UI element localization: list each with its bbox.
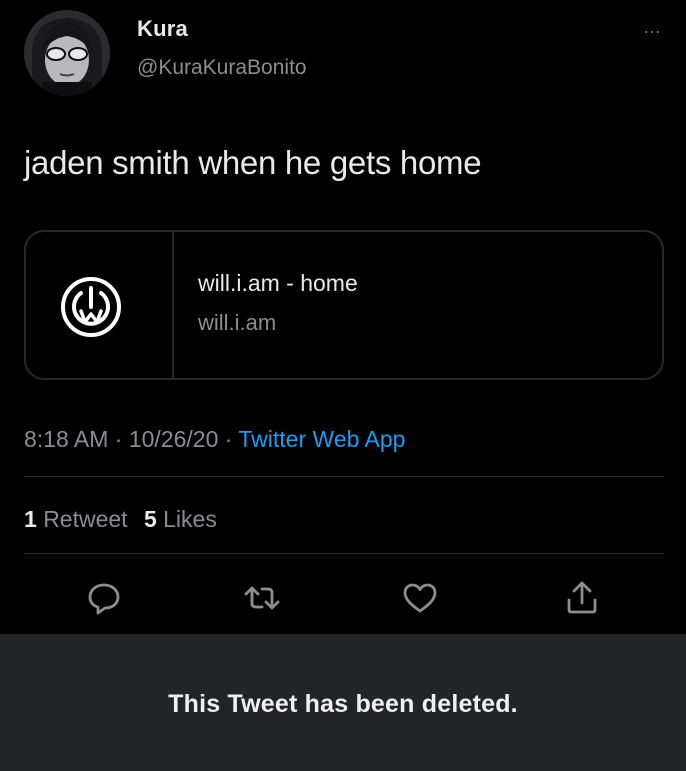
user-handle[interactable]: @KuraKuraBonito <box>137 56 307 80</box>
tweet-stats: 1 Retweet 5 Likes <box>24 506 227 533</box>
card-subtitle: will.i.am <box>198 310 277 335</box>
likes-stat[interactable]: 5 Likes <box>144 506 217 532</box>
tweet-text: jaden smith when he gets home <box>24 144 482 181</box>
link-card[interactable]: will.i.am - home will.i.am <box>24 230 664 380</box>
tweet-date[interactable]: 10/26/20 <box>129 426 219 452</box>
deleted-tweet-text: This Tweet has been deleted. <box>168 690 518 718</box>
card-media <box>26 232 174 378</box>
meta-separator: · <box>108 426 129 452</box>
retweets-stat[interactable]: 1 Retweet <box>24 506 128 532</box>
like-icon[interactable] <box>398 576 442 620</box>
tweet-source-link[interactable]: Twitter Web App <box>238 426 405 452</box>
likes-count: 5 <box>143 506 157 532</box>
retweet-icon[interactable] <box>240 576 284 620</box>
more-options-icon[interactable]: … <box>632 18 672 40</box>
tweet-meta: 8:18 AM · 10/26/20 · Twitter Web App <box>24 426 405 453</box>
retweets-count: 1 <box>24 506 37 532</box>
divider <box>24 553 664 554</box>
avatar-image <box>24 10 110 96</box>
divider <box>24 476 664 477</box>
avatar[interactable] <box>24 10 110 96</box>
card-title: will.i.am - home <box>198 270 358 296</box>
reply-icon[interactable] <box>82 576 126 620</box>
meta-separator: · <box>218 426 239 452</box>
tweet-time[interactable]: 8:18 AM <box>24 426 108 452</box>
display-name[interactable]: Kura <box>137 16 188 42</box>
retweets-label: Retweet <box>43 506 128 532</box>
share-icon[interactable] <box>560 576 604 620</box>
tweet: Kura @KuraKuraBonito … jaden smith when … <box>0 0 686 634</box>
will-i-am-logo-icon <box>61 277 121 337</box>
likes-label: Likes <box>163 506 217 532</box>
